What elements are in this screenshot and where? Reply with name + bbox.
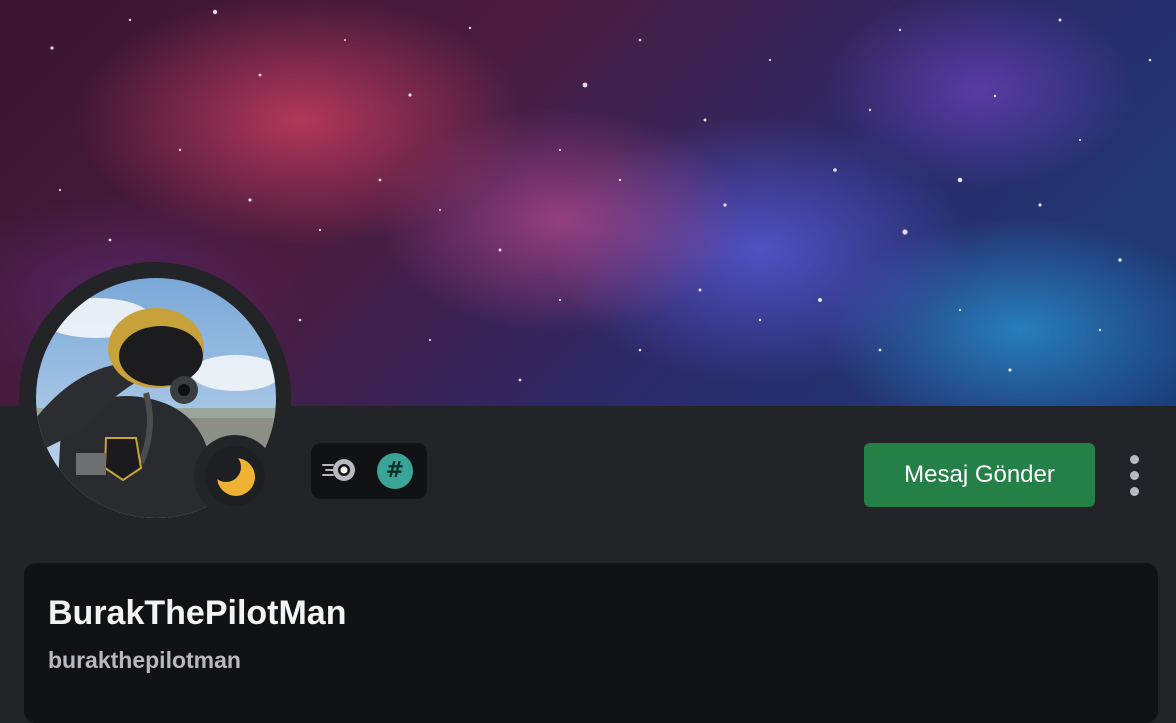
send-message-button[interactable]: Mesaj Gönder (864, 443, 1095, 507)
nitro-badge[interactable] (321, 453, 357, 489)
more-vertical-icon (1130, 471, 1139, 480)
badge-list: # (311, 443, 427, 499)
more-vertical-icon (1130, 487, 1139, 496)
hash-badge[interactable]: # (377, 453, 413, 489)
more-vertical-icon (1130, 455, 1139, 464)
profile-info-card: BurakThePilotMan burakthepilotman (24, 563, 1158, 723)
display-name: BurakThePilotMan (48, 594, 347, 632)
moon-icon (211, 452, 255, 496)
username: burakthepilotman (48, 647, 241, 673)
status-indicator (194, 435, 276, 517)
more-options-button[interactable] (1120, 452, 1150, 498)
nitro-icon (322, 459, 355, 481)
